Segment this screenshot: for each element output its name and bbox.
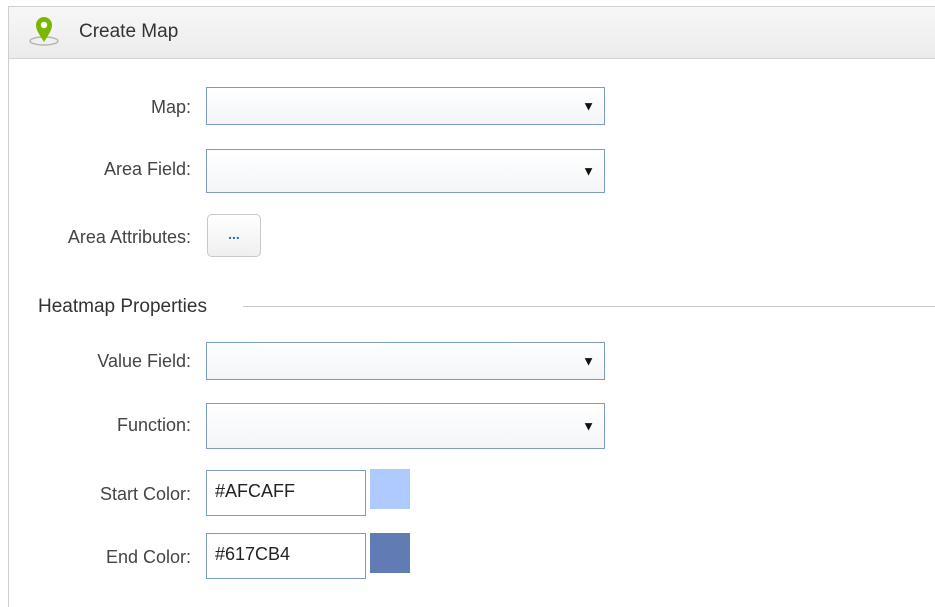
start-color-swatch[interactable] (370, 469, 410, 509)
dropdown-arrow-icon: ▼ (582, 163, 595, 179)
panel-header: Create Map (9, 7, 935, 59)
area-field-select[interactable]: ▼ (206, 149, 605, 193)
dropdown-arrow-icon: ▼ (582, 98, 595, 114)
value-field-select[interactable]: ▼ (206, 342, 605, 380)
area-attributes-label: Area Attributes: (67, 227, 191, 247)
value-field-label: Value Field: (97, 351, 191, 371)
panel-title: Create Map (79, 21, 179, 42)
start-color-input[interactable]: #AFCAFF (206, 470, 366, 516)
function-label: Function: (116, 415, 191, 435)
area-attributes-button[interactable]: ... (207, 214, 261, 257)
dropdown-arrow-icon: ▼ (582, 418, 595, 434)
function-select[interactable]: ▼ (206, 403, 605, 449)
heatmap-section-title: Heatmap Properties (38, 296, 207, 317)
start-color-label: Start Color: (99, 484, 191, 504)
map-pin-icon (27, 14, 61, 48)
end-color-label: End Color: (105, 547, 191, 567)
map-select[interactable]: ▼ (206, 87, 605, 125)
end-color-input[interactable]: #617CB4 (206, 533, 366, 579)
end-color-swatch[interactable] (370, 533, 410, 573)
section-divider (243, 306, 935, 307)
area-field-label: Area Field: (103, 159, 191, 179)
map-label: Map: (150, 97, 191, 117)
dropdown-arrow-icon: ▼ (582, 353, 595, 369)
